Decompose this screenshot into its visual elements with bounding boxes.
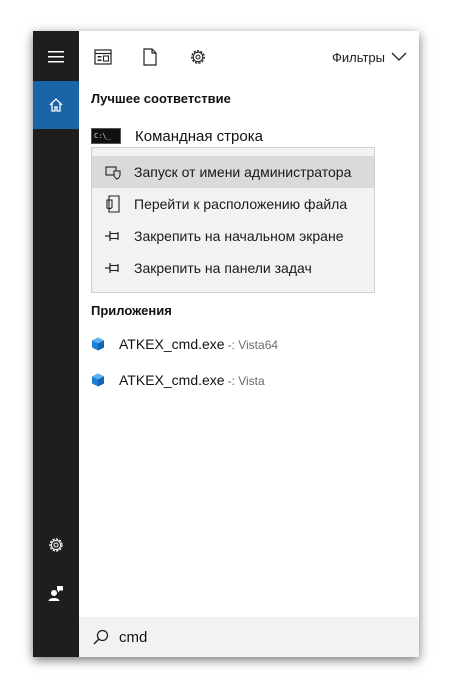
settings-icon <box>191 50 205 64</box>
menu-item-open-location[interactable]: Перейти к расположению файла <box>92 188 374 220</box>
app-name: ATKEX_cmd.exe <box>119 336 225 352</box>
search-icon <box>93 629 109 645</box>
filters-label: Фильтры <box>331 49 385 65</box>
search-results-panel: Фильтры Лучшее соответствие C:\_ Командн… <box>79 31 419 657</box>
list-item-app[interactable]: ATKEX_cmd.exe -: Vista <box>91 369 265 391</box>
documents-button[interactable] <box>139 46 161 68</box>
file-location-icon <box>104 195 122 213</box>
menu-item-label: Закрепить на панели задач <box>134 260 312 276</box>
left-rail <box>33 31 79 657</box>
best-match-heading: Лучшее соответствие <box>91 91 231 106</box>
pin-icon <box>104 259 122 277</box>
apps-icon <box>94 49 112 65</box>
settings-filter-button[interactable] <box>187 46 209 68</box>
apps-button[interactable] <box>92 46 114 68</box>
hamburger-icon <box>48 51 64 63</box>
user-feedback-icon <box>48 586 63 601</box>
app-cube-icon <box>92 373 104 387</box>
chevron-down-icon <box>391 52 407 61</box>
home-button[interactable] <box>33 81 79 129</box>
start-search-window: Фильтры Лучшее соответствие C:\_ Командн… <box>33 31 419 657</box>
menu-item-run-as-admin[interactable]: Запуск от имени администратора <box>92 156 374 188</box>
settings-button[interactable] <box>33 521 79 569</box>
list-item-app[interactable]: ATKEX_cmd.exe -: Vista64 <box>91 333 278 355</box>
search-bar <box>79 617 419 657</box>
app-cube-icon <box>92 337 104 351</box>
search-input[interactable] <box>119 628 399 646</box>
best-match-label: Командная строка <box>135 127 263 145</box>
account-button[interactable] <box>33 569 79 617</box>
filters-dropdown[interactable]: Фильтры <box>332 47 407 67</box>
command-prompt-icon: C:\_ <box>91 128 121 144</box>
toolbar: Фильтры <box>79 31 419 83</box>
context-menu: Запуск от имени администратора Перейти к… <box>91 147 375 293</box>
hamburger-menu-button[interactable] <box>33 33 79 81</box>
home-icon <box>49 98 63 112</box>
app-source: -: Vista64 <box>227 338 279 352</box>
shield-icon <box>104 163 122 181</box>
app-name: ATKEX_cmd.exe <box>119 372 225 388</box>
menu-item-label: Запуск от имени администратора <box>134 164 352 180</box>
menu-item-pin-start[interactable]: Закрепить на начальном экране <box>92 220 374 252</box>
document-icon <box>143 48 157 66</box>
menu-item-label: Перейти к расположению файла <box>134 196 348 212</box>
gear-icon <box>49 538 63 552</box>
pin-icon <box>104 227 122 245</box>
app-source: -: Vista <box>227 374 265 388</box>
apps-heading: Приложения <box>91 303 172 318</box>
menu-item-pin-taskbar[interactable]: Закрепить на панели задач <box>92 252 374 284</box>
menu-item-label: Закрепить на начальном экране <box>134 228 344 244</box>
best-match-item[interactable]: C:\_ Командная строка <box>91 126 263 146</box>
